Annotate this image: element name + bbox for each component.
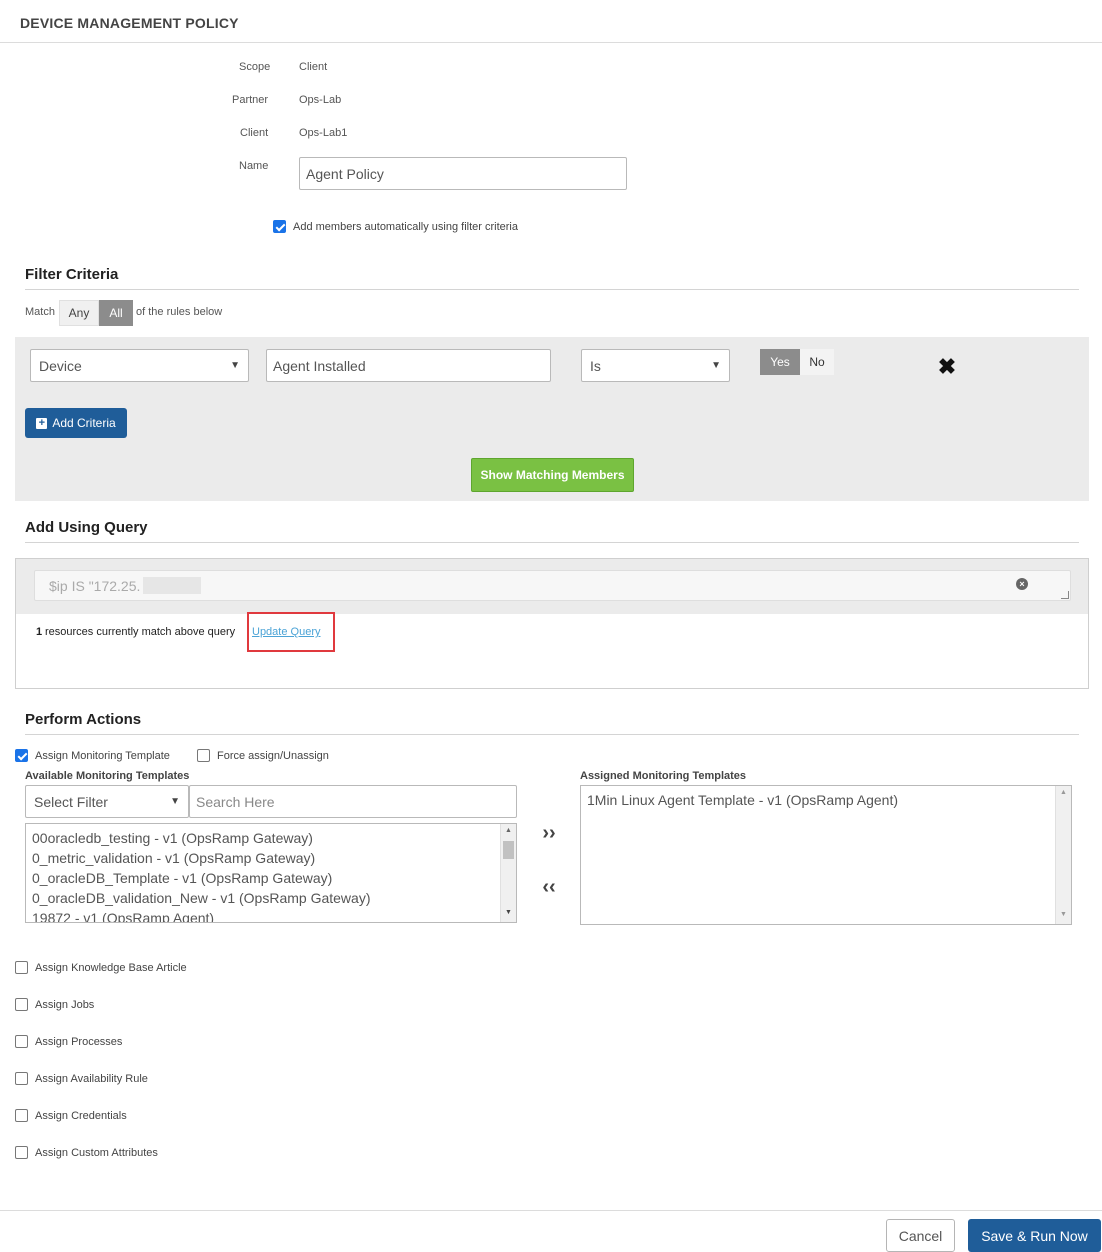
partner-label: Partner: [232, 94, 269, 106]
rule-attribute-value: Agent Installed: [273, 357, 366, 374]
name-label: Name: [239, 160, 269, 172]
list-item[interactable]: 00oracledb_testing - v1 (OpsRamp Gateway…: [26, 828, 500, 848]
actions-title: Perform Actions: [25, 711, 142, 728]
query-textarea[interactable]: $ip IS "172.25. ×: [34, 570, 1071, 601]
match-any-label: Any: [68, 306, 90, 320]
chevron-down-icon: ▼: [230, 360, 240, 371]
list-item[interactable]: 0_metric_validation - v1 (OpsRamp Gatewa…: [26, 848, 500, 868]
list-item[interactable]: 19872 - v1 (OpsRamp Agent): [26, 908, 500, 922]
cancel-button[interactable]: Cancel: [886, 1219, 955, 1252]
scroll-up-icon[interactable]: ▲: [1060, 789, 1067, 796]
scroll-down-icon[interactable]: ▼: [505, 909, 512, 916]
scroll-up-icon[interactable]: ▲: [505, 827, 512, 834]
assign-credentials-label: Assign Credentials: [35, 1110, 127, 1122]
template-filter-value: Select Filter: [34, 793, 108, 810]
rule-field-value: Device: [39, 357, 82, 374]
save-run-now-label: Save & Run Now: [981, 1227, 1088, 1244]
assign-custom-attributes-checkbox[interactable]: [15, 1146, 28, 1159]
add-criteria-label: Add Criteria: [52, 416, 116, 430]
page-title: DEVICE MANAGEMENT POLICY: [20, 15, 239, 31]
show-matching-members-label: Show Matching Members: [480, 468, 625, 482]
template-search-placeholder: Search Here: [196, 793, 275, 810]
available-templates-title: Available Monitoring Templates: [25, 770, 190, 782]
footer-divider: [0, 1210, 1102, 1211]
rule-operator-value: Is: [590, 357, 601, 374]
header-divider: [0, 42, 1102, 43]
force-assign-checkbox[interactable]: [197, 749, 210, 762]
name-input-value: Agent Policy: [306, 165, 384, 182]
template-search-input[interactable]: Search Here: [189, 785, 517, 818]
scope-label: Scope: [239, 61, 271, 73]
assign-jobs-label: Assign Jobs: [35, 999, 95, 1011]
assign-kb-article-checkbox[interactable]: [15, 961, 28, 974]
update-query-link[interactable]: Update Query: [252, 626, 320, 638]
auto-members-checkbox[interactable]: [273, 220, 286, 233]
show-matching-members-button[interactable]: Show Matching Members: [471, 458, 634, 492]
client-value: Ops-Lab1: [299, 127, 348, 139]
name-input[interactable]: Agent Policy: [299, 157, 627, 190]
assign-credentials-checkbox[interactable]: [15, 1109, 28, 1122]
rules-suffix: of the rules below: [136, 306, 223, 318]
assigned-templates-items: 1Min Linux Agent Template - v1 (OpsRamp …: [581, 786, 1055, 810]
auto-members-label: Add members automatically using filter c…: [293, 221, 518, 233]
remove-rule-close-icon[interactable]: ✖: [935, 354, 959, 379]
query-title: Add Using Query: [25, 519, 148, 536]
rule-no-toggle[interactable]: No: [800, 349, 834, 375]
match-all-toggle[interactable]: All: [99, 300, 133, 326]
partner-value: Ops-Lab: [299, 94, 342, 106]
scope-value: Client: [299, 61, 328, 73]
list-item[interactable]: 0_oracleDB_Template - v1 (OpsRamp Gatewa…: [26, 868, 500, 888]
force-assign-label: Force assign/Unassign: [217, 750, 329, 762]
assign-availability-rule-checkbox[interactable]: [15, 1072, 28, 1085]
match-label: Match: [25, 306, 55, 318]
query-divider: [25, 542, 1079, 543]
available-templates-items: 00oracledb_testing - v1 (OpsRamp Gateway…: [26, 824, 500, 922]
cancel-label: Cancel: [898, 1227, 943, 1244]
assign-template-label: Assign Monitoring Template: [35, 750, 170, 762]
query-match-count: 1: [36, 626, 43, 638]
rule-field-select[interactable]: Device ▼: [30, 349, 249, 382]
assign-template-checkbox[interactable]: [15, 749, 28, 762]
available-templates-list[interactable]: 00oracledb_testing - v1 (OpsRamp Gateway…: [25, 823, 517, 923]
page-header: DEVICE MANAGEMENT POLICY: [0, 0, 1102, 43]
rule-yes-toggle[interactable]: Yes: [760, 349, 800, 375]
assigned-templates-list[interactable]: 1Min Linux Agent Template - v1 (OpsRamp …: [580, 785, 1072, 925]
assign-custom-attributes-label: Assign Custom Attributes: [35, 1147, 158, 1159]
template-filter-select[interactable]: Select Filter ▼: [25, 785, 189, 818]
match-all-label: All: [109, 306, 123, 320]
assign-processes-label: Assign Processes: [35, 1036, 123, 1048]
rule-yes-label: Yes: [770, 355, 790, 369]
client-label: Client: [240, 127, 269, 139]
redacted-block: [143, 577, 201, 594]
chevron-down-icon: ▼: [711, 360, 721, 371]
add-criteria-button[interactable]: + Add Criteria: [25, 408, 127, 438]
filter-criteria-title: Filter Criteria: [25, 266, 119, 283]
rule-attribute-input[interactable]: Agent Installed: [266, 349, 551, 382]
save-run-now-button[interactable]: Save & Run Now: [968, 1219, 1101, 1252]
list-item[interactable]: 0_oracleDB_validation_New - v1 (OpsRamp …: [26, 888, 500, 908]
query-text: $ip IS "172.25.: [49, 578, 141, 594]
assign-availability-rule-label: Assign Availability Rule: [35, 1073, 148, 1085]
scroll-thumb[interactable]: [503, 841, 514, 859]
assign-processes-checkbox[interactable]: [15, 1035, 28, 1048]
scroll-down-icon[interactable]: ▼: [1060, 911, 1067, 918]
chevron-down-icon: ▼: [170, 796, 180, 807]
move-right-icon[interactable]: ››: [537, 822, 561, 844]
rule-no-label: No: [809, 355, 825, 369]
query-match-text: resources currently match above query: [45, 626, 236, 638]
clear-query-icon[interactable]: ×: [1016, 578, 1028, 590]
actions-divider: [25, 734, 1079, 735]
plus-square-icon: +: [36, 417, 48, 429]
resize-handle-icon[interactable]: [1061, 591, 1069, 599]
assign-jobs-checkbox[interactable]: [15, 998, 28, 1011]
assign-kb-article-label: Assign Knowledge Base Article: [35, 962, 187, 974]
filter-criteria-divider: [25, 289, 1079, 290]
assigned-list-scrollbar[interactable]: ▲ ▼: [1055, 786, 1071, 924]
assigned-templates-title: Assigned Monitoring Templates: [580, 770, 747, 782]
list-item[interactable]: 1Min Linux Agent Template - v1 (OpsRamp …: [581, 790, 1055, 810]
rule-operator-select[interactable]: Is ▼: [581, 349, 730, 382]
match-any-toggle[interactable]: Any: [59, 300, 99, 326]
move-left-icon[interactable]: ‹‹: [537, 876, 561, 898]
available-list-scrollbar[interactable]: ▲ ▼: [500, 824, 516, 922]
